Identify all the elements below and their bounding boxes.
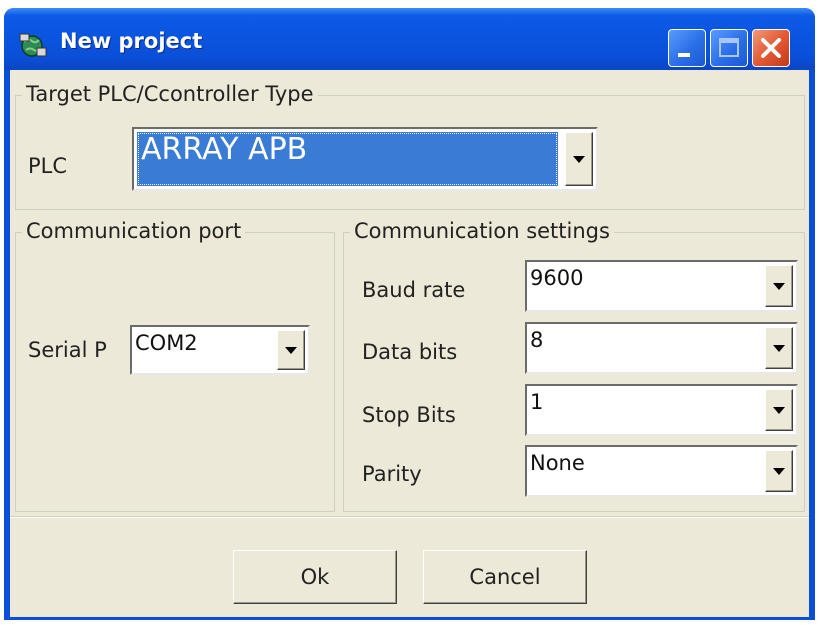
chevron-down-icon bbox=[773, 283, 785, 290]
serial-port-value: COM2 bbox=[135, 331, 198, 355]
title-bar[interactable]: New project bbox=[4, 8, 815, 70]
parity-dropdown-button[interactable] bbox=[765, 450, 793, 492]
minimize-button[interactable] bbox=[668, 29, 706, 67]
parity-label: Parity bbox=[362, 462, 422, 486]
plc-label: PLC bbox=[28, 154, 68, 178]
stop-bits-label: Stop Bits bbox=[362, 403, 456, 427]
data-bits-dropdown-button[interactable] bbox=[765, 327, 793, 369]
communication-settings-group-label: Communication settings bbox=[350, 219, 614, 243]
data-bits-value: 8 bbox=[530, 328, 544, 352]
minimize-icon bbox=[678, 53, 690, 57]
close-icon bbox=[761, 38, 781, 58]
baud-rate-select[interactable]: 9600 bbox=[525, 260, 798, 312]
stop-bits-select[interactable]: 1 bbox=[525, 384, 798, 436]
globe-app-icon bbox=[19, 33, 47, 57]
maximize-icon bbox=[719, 38, 739, 57]
close-button[interactable] bbox=[752, 29, 790, 67]
dialog-client-area: Target PLC/Ccontroller Type PLC ARRAY AP… bbox=[10, 70, 809, 617]
plc-selected-value: ARRAY APB bbox=[137, 132, 558, 186]
stop-bits-value: 1 bbox=[530, 390, 544, 414]
chevron-down-icon bbox=[773, 468, 785, 475]
plc-type-select[interactable]: ARRAY APB bbox=[132, 127, 598, 191]
cancel-button[interactable]: Cancel bbox=[423, 550, 587, 604]
serial-port-dropdown-button[interactable] bbox=[277, 330, 305, 370]
chevron-down-icon bbox=[773, 345, 785, 352]
plc-type-group-label: Target PLC/Ccontroller Type bbox=[22, 82, 318, 106]
serial-port-select[interactable]: COM2 bbox=[130, 325, 310, 375]
ok-button[interactable]: Ok bbox=[233, 550, 397, 604]
chevron-down-icon bbox=[573, 156, 585, 163]
button-divider bbox=[10, 516, 809, 518]
parity-value: None bbox=[530, 451, 585, 475]
chevron-down-icon bbox=[285, 347, 297, 354]
window-title: New project bbox=[60, 29, 203, 53]
baud-rate-value: 9600 bbox=[530, 266, 584, 290]
chevron-down-icon bbox=[773, 407, 785, 414]
parity-select[interactable]: None bbox=[525, 445, 798, 497]
maximize-button[interactable] bbox=[710, 29, 748, 67]
communication-port-group-label: Communication port bbox=[22, 219, 246, 243]
baud-rate-dropdown-button[interactable] bbox=[765, 265, 793, 307]
baud-rate-label: Baud rate bbox=[362, 278, 466, 302]
serial-port-label: Serial P bbox=[28, 338, 107, 362]
stop-bits-dropdown-button[interactable] bbox=[765, 389, 793, 431]
plc-dropdown-button[interactable] bbox=[565, 132, 593, 186]
data-bits-select[interactable]: 8 bbox=[525, 322, 798, 374]
data-bits-label: Data bits bbox=[362, 340, 458, 364]
new-project-window: New project Target PLC/Ccontroller Type … bbox=[4, 8, 815, 620]
